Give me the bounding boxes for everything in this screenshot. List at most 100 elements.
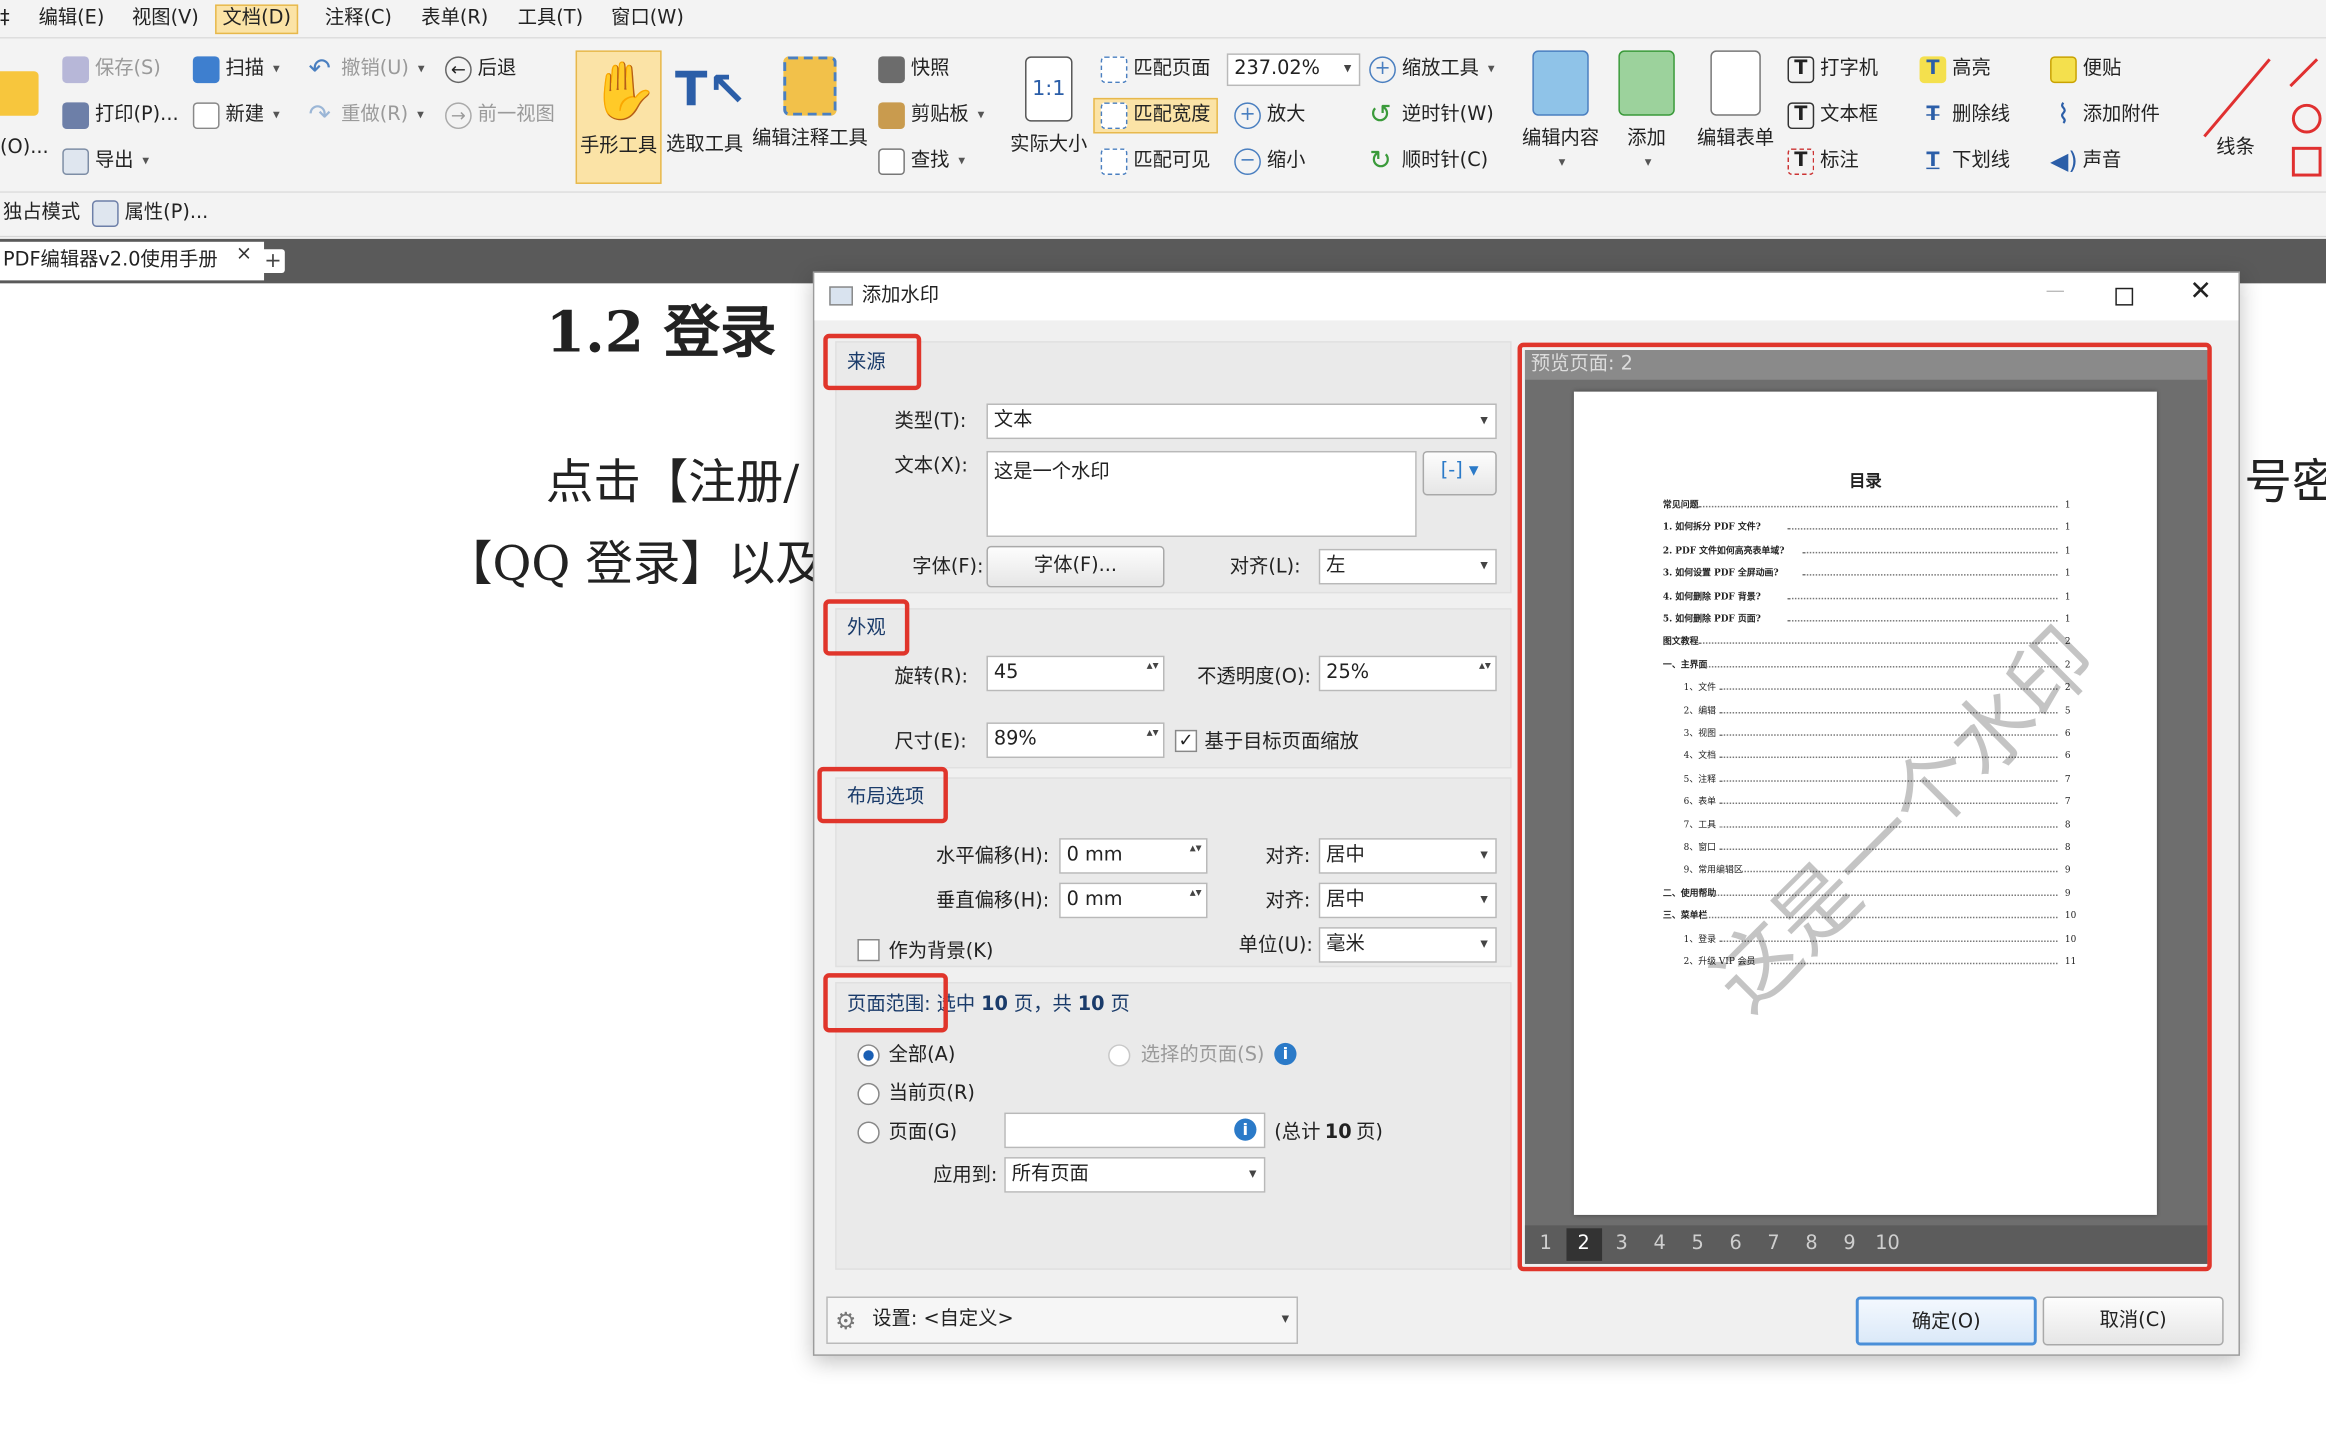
underline-button[interactable]: T 下划线: [1920, 148, 2010, 175]
clipboard-icon: [878, 102, 905, 130]
fit-page-button[interactable]: 匹配页面: [1100, 56, 1210, 84]
page-total-note: (总计 10 页): [1274, 1121, 1383, 1144]
find-button[interactable]: 查找: [878, 148, 965, 176]
opacity-spinner[interactable]: 25%: [1318, 655, 1497, 692]
horizontal-offset-label: 水平偏移(H):: [936, 845, 1050, 868]
cancel-button[interactable]: 取消(C): [2042, 1296, 2224, 1346]
strikeout-button[interactable]: T 删除线: [1920, 102, 2010, 129]
redo-icon: ↷: [308, 99, 331, 131]
edit-content-button[interactable]: 编辑内容: [1516, 50, 1605, 172]
dialog-title-bar: 添加水印 — ✕: [814, 272, 2239, 321]
range-all-label: 全部(A): [888, 1044, 956, 1067]
actual-size-button[interactable]: 1:1 实际大小: [1006, 56, 1092, 156]
doc-line-1: 点击【注册/: [545, 453, 800, 511]
menu-window[interactable]: 窗口(W): [605, 4, 690, 34]
as-background-checkbox[interactable]: [857, 939, 880, 962]
typewriter-button[interactable]: T 打字机: [1787, 56, 1878, 84]
menu-file-fragment[interactable]: ‡: [0, 4, 16, 34]
close-icon[interactable]: ✕: [2190, 278, 2212, 306]
edit-annotation-tool-button[interactable]: 编辑注释工具: [749, 56, 871, 150]
page-range-info-icon[interactable]: i: [1234, 1118, 1257, 1141]
menu-tools[interactable]: 工具(T): [512, 4, 589, 34]
info-icon[interactable]: i: [1274, 1042, 1297, 1066]
new-tab-icon[interactable]: +: [261, 249, 285, 273]
note-button[interactable]: 便贴: [2050, 56, 2121, 84]
vertical-offset-spinner[interactable]: 0 mm: [1059, 882, 1208, 919]
select-tool-button[interactable]: T↖ 选取工具: [662, 56, 748, 156]
apply-to-combo[interactable]: 所有页面: [1004, 1157, 1266, 1193]
rotate-ccw-button[interactable]: ↺ 逆时针(W): [1369, 102, 1494, 129]
fit-width-button[interactable]: 匹配宽度: [1093, 97, 1218, 134]
export-button[interactable]: 导出: [62, 148, 149, 176]
back-button[interactable]: ← 后退: [445, 56, 516, 84]
zoom-tool-button[interactable]: + 缩放工具: [1369, 56, 1494, 84]
edit-form-button[interactable]: 编辑表单: [1691, 50, 1780, 150]
menu-comment[interactable]: 注释(C): [319, 4, 398, 34]
fit-visible-icon: [1100, 148, 1128, 176]
page-range-highlight-box: [823, 973, 948, 1033]
close-tab-icon[interactable]: ×: [236, 243, 252, 265]
font-button[interactable]: 字体(F)...: [986, 545, 1165, 588]
unit-combo[interactable]: 毫米: [1318, 927, 1497, 963]
attach-file-button[interactable]: ⌇ 添加附件: [2050, 102, 2160, 129]
open-button-label[interactable]: (O)...: [0, 136, 49, 160]
rotate-cw-button[interactable]: ↻ 顺时针(C): [1369, 148, 1488, 175]
minimize-icon[interactable]: —: [2046, 279, 2065, 306]
save-button[interactable]: 保存(S): [62, 56, 161, 84]
opacity-label: 不透明度(O):: [1197, 666, 1311, 689]
horizontal-align-combo[interactable]: 居中: [1318, 838, 1497, 874]
hand-tool-button[interactable]: ✋ 手形工具: [575, 50, 662, 184]
redo-button[interactable]: ↷ 重做(R): [309, 102, 424, 129]
snapshot-button[interactable]: 快照: [878, 56, 949, 84]
menu-document[interactable]: 文档(D): [215, 4, 299, 35]
properties-button[interactable]: 属性(P)...: [91, 200, 208, 227]
zoom-level-combo[interactable]: 237.02%: [1226, 53, 1361, 87]
unit-label: 单位(U):: [1238, 934, 1313, 957]
exclusive-mode-button[interactable]: 独占模式: [3, 202, 80, 226]
range-all-radio[interactable]: [857, 1044, 880, 1067]
maximize-icon[interactable]: [2115, 287, 2134, 306]
clipboard-button[interactable]: 剪贴板: [878, 102, 984, 130]
settings-combo[interactable]: 设置: <自定义>: [826, 1296, 1298, 1344]
range-selected-pages-label: 选择的页面(S): [1140, 1044, 1265, 1067]
new-button[interactable]: 新建: [192, 102, 280, 130]
insert-variable-button[interactable]: [-] ▾: [1422, 450, 1497, 496]
scale-to-page-checkbox[interactable]: ✓: [1174, 729, 1198, 753]
type-label: 类型(T):: [894, 410, 967, 434]
vertical-align-combo[interactable]: 居中: [1318, 882, 1497, 919]
horizontal-offset-spinner[interactable]: 0 mm: [1059, 838, 1208, 874]
line-icon[interactable]: [2198, 53, 2275, 142]
zoom-out-button[interactable]: − 缩小: [1234, 148, 1305, 176]
range-pages-radio[interactable]: [857, 1121, 880, 1144]
find-icon: [878, 148, 905, 176]
range-current-radio[interactable]: [857, 1082, 880, 1106]
add-content-button[interactable]: 添加: [1608, 50, 1685, 172]
previous-view-button[interactable]: → 前一视图: [445, 102, 555, 130]
menu-form[interactable]: 表单(R): [415, 4, 494, 34]
watermark-text-input[interactable]: 这是一个水印: [986, 450, 1417, 537]
size-spinner[interactable]: 89%: [986, 722, 1165, 759]
rotation-spinner[interactable]: 45: [986, 655, 1165, 692]
zoom-in-icon: +: [1234, 102, 1261, 130]
line-button-label[interactable]: 线条: [2216, 136, 2255, 160]
menu-view[interactable]: 视图(V): [126, 4, 205, 34]
scale-to-page-label: 基于目标页面缩放: [1204, 731, 1359, 754]
range-selected-pages-radio[interactable]: [1108, 1044, 1131, 1067]
print-button[interactable]: 打印(P)...: [62, 102, 179, 130]
back-arrow-icon: ←: [445, 56, 472, 84]
sound-button[interactable]: ◀) 声音: [2050, 148, 2121, 175]
source-align-combo[interactable]: 左: [1318, 548, 1497, 585]
document-tab[interactable]: PDF编辑器v2.0使用手册: [0, 241, 265, 281]
type-combo[interactable]: 文本: [986, 403, 1497, 440]
scan-button[interactable]: 扫描: [192, 56, 280, 84]
ok-button[interactable]: 确定(O): [1855, 1296, 2037, 1346]
open-folder-icon[interactable]: [0, 71, 39, 116]
undo-button[interactable]: ↶ 撤销(U): [309, 56, 425, 83]
page-range-input[interactable]: [1004, 1112, 1266, 1149]
menu-edit[interactable]: 编辑(E): [33, 4, 111, 34]
callout-button[interactable]: T 标注: [1787, 148, 1859, 176]
highlight-button[interactable]: T 高亮: [1919, 56, 1991, 84]
zoom-in-button[interactable]: + 放大: [1234, 102, 1305, 130]
textbox-button[interactable]: T 文本框: [1787, 102, 1878, 130]
fit-visible-button[interactable]: 匹配可见: [1100, 148, 1210, 176]
